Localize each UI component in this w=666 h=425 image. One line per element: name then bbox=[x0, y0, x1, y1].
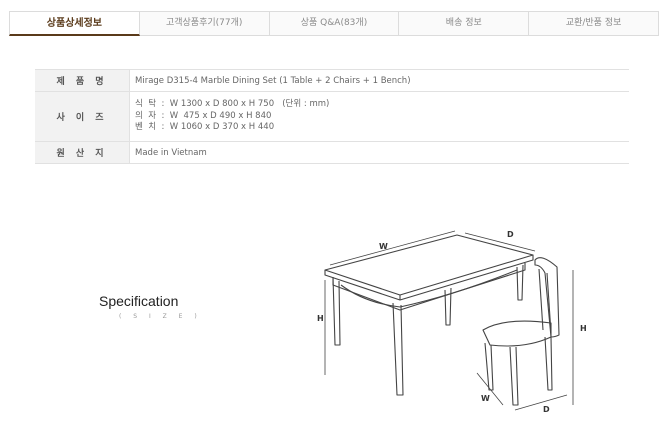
diagram-label-chair-width: W bbox=[481, 394, 490, 403]
size-line-table: 식 탁 : W 1300 x D 800 x H 750 (단위 : mm) bbox=[135, 99, 330, 110]
size-line-chair: 의 자 : W 475 x D 490 x H 840 bbox=[135, 110, 272, 121]
diagram-label-table-depth: D bbox=[507, 230, 514, 239]
diagram-label-table-height: H bbox=[317, 314, 324, 323]
tab-customer-reviews[interactable]: 고객상품후기(77개) bbox=[139, 11, 270, 36]
tab-exchange-return[interactable]: 교환/반품 정보 bbox=[529, 11, 659, 36]
spec-label-product-name: 제 품 명 bbox=[35, 69, 130, 92]
spec-value-size: 식 탁 : W 1300 x D 800 x H 750 (단위 : mm) 의… bbox=[129, 91, 629, 142]
spec-row-origin: 원 산 지 Made in Vietnam bbox=[35, 141, 629, 164]
tab-product-qa[interactable]: 상품 Q&A(83개) bbox=[269, 11, 400, 36]
spec-label-size: 사 이 즈 bbox=[35, 91, 130, 142]
specification-subtitle: ( S I Z E ) bbox=[119, 313, 202, 320]
table-drawing bbox=[324, 234, 534, 396]
diagram-label-chair-depth: D bbox=[543, 405, 550, 414]
size-line-bench: 벤 치 : W 1060 x D 370 x H 440 bbox=[135, 122, 275, 133]
spec-value-origin: Made in Vietnam bbox=[129, 141, 629, 164]
spec-value-product-name: Mirage D315-4 Marble Dining Set (1 Table… bbox=[129, 69, 629, 92]
dining-set-dimension-diagram: W D H H W D bbox=[317, 230, 587, 414]
tab-shipping-info[interactable]: 배송 정보 bbox=[399, 11, 530, 36]
spec-label-origin: 원 산 지 bbox=[35, 141, 130, 164]
tab-product-details[interactable]: 상품상세정보 bbox=[9, 11, 140, 36]
dimension-lines bbox=[324, 230, 574, 411]
tab-bar: 상품상세정보 고객상품후기(77개) 상품 Q&A(83개) 배송 정보 교환/… bbox=[9, 11, 659, 36]
specification-title: Specification bbox=[99, 293, 179, 309]
diagram-label-chair-height: H bbox=[580, 324, 587, 333]
spec-row-size: 사 이 즈 식 탁 : W 1300 x D 800 x H 750 (단위 :… bbox=[35, 91, 629, 142]
diagram-label-table-width: W bbox=[379, 242, 388, 251]
spec-row-product-name: 제 품 명 Mirage D315-4 Marble Dining Set (1… bbox=[35, 69, 629, 92]
product-spec-table: 제 품 명 Mirage D315-4 Marble Dining Set (1… bbox=[35, 69, 629, 164]
